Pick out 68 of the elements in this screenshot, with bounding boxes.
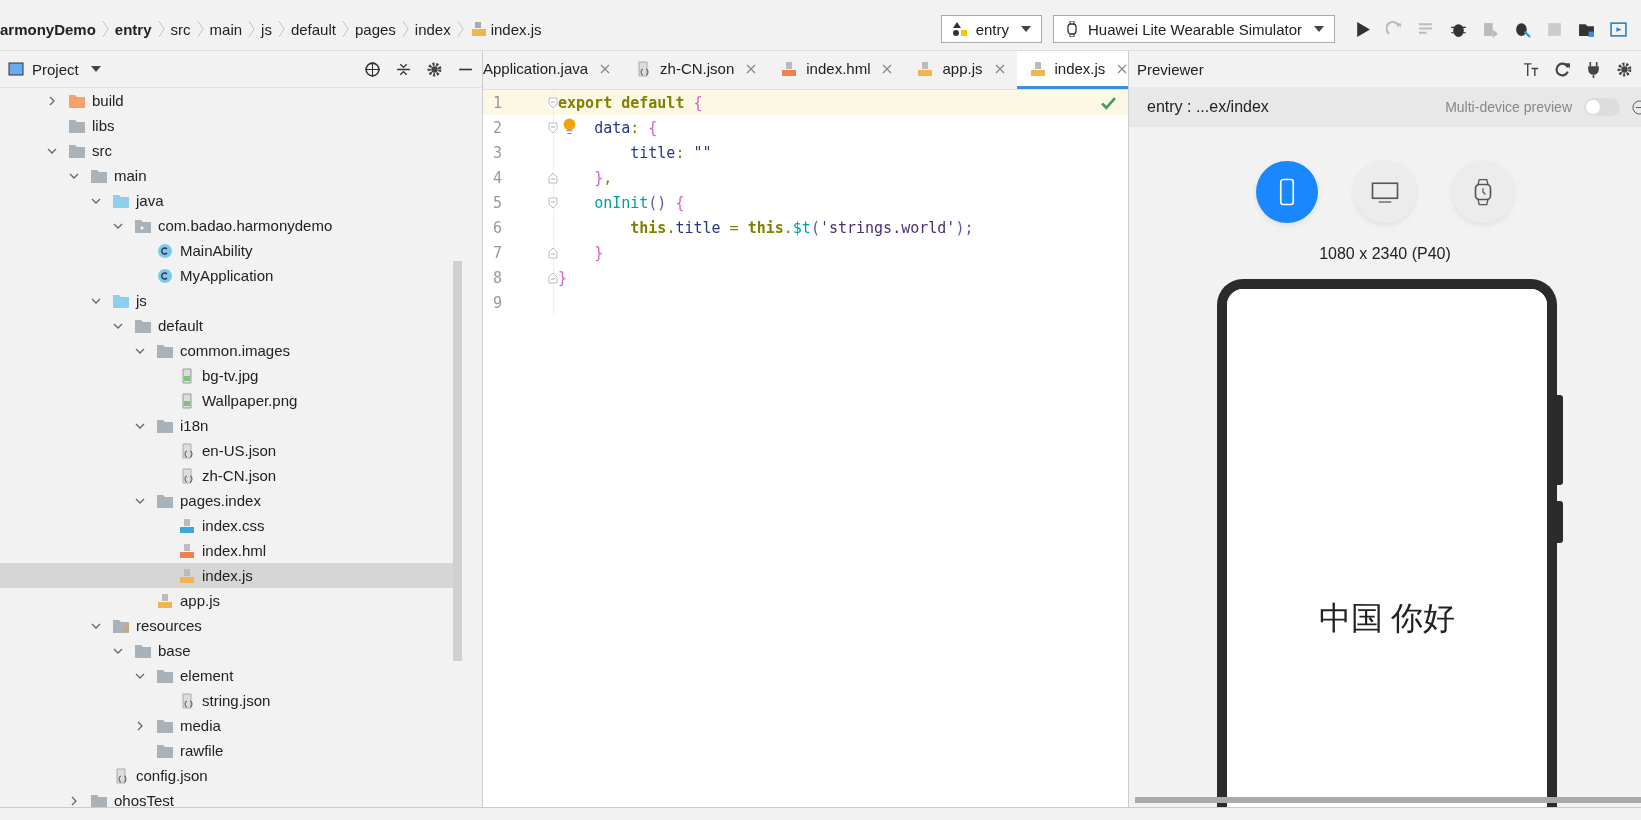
toggle-label: Multi-device preview xyxy=(1445,99,1572,115)
tree-item[interactable]: bg-tv.jpg xyxy=(202,367,259,384)
tree-item[interactable]: base xyxy=(158,642,191,659)
tree-item[interactable]: en-US.json xyxy=(202,442,277,459)
tree-item[interactable]: Wallpaper.png xyxy=(202,392,298,409)
editor-tab[interactable]: index.hml xyxy=(768,51,905,89)
line-number: 7 xyxy=(492,243,504,262)
tree-item[interactable]: main xyxy=(114,167,147,184)
editor-tab[interactable]: app.js xyxy=(904,51,1017,89)
tree-item[interactable]: MyApplication xyxy=(180,267,274,284)
code-line: title: "" xyxy=(630,143,712,162)
run-config-dropdown[interactable]: entry xyxy=(940,15,1042,43)
tree-item[interactable]: pages.index xyxy=(180,492,261,509)
panel-title: Previewer xyxy=(1137,60,1204,78)
tree-item[interactable]: com.badao.harmonydemo xyxy=(158,217,333,234)
breadcrumb[interactable]: armonyDemo xyxy=(0,20,102,38)
code-line: }, xyxy=(594,168,613,187)
code-line: export default { xyxy=(558,93,703,112)
tree-item[interactable]: ohosTest xyxy=(114,792,175,807)
tree-item[interactable]: zh-CN.json xyxy=(202,467,277,484)
tree-item[interactable]: build xyxy=(92,92,124,109)
resolution-label: 1080 x 2340 (P40) xyxy=(1319,245,1451,263)
tree-item[interactable]: libs xyxy=(92,117,115,134)
breadcrumb[interactable]: entry xyxy=(108,20,158,38)
tree-item[interactable]: default xyxy=(158,317,204,334)
breadcrumb[interactable]: main xyxy=(203,20,249,38)
breadcrumb[interactable]: index.js xyxy=(463,20,548,38)
line-number: 5 xyxy=(492,193,504,212)
device-dropdown[interactable]: Huawei Lite Wearable Simulator xyxy=(1053,15,1335,43)
code-line: } xyxy=(594,243,604,262)
breadcrumb[interactable]: pages xyxy=(348,20,402,38)
tree-item[interactable]: element xyxy=(180,667,234,684)
tree-item[interactable]: rawfile xyxy=(180,742,224,759)
tree-item[interactable]: src xyxy=(92,142,112,159)
code-line: data: { xyxy=(594,118,658,137)
code-line: this.title = this.$t('strings.world'); xyxy=(630,218,974,237)
breadcrumb[interactable]: default xyxy=(284,20,342,38)
code-line: onInit() { xyxy=(594,193,685,212)
breadcrumb[interactable]: index xyxy=(408,20,457,38)
line-number: 6 xyxy=(492,218,504,237)
tree-item[interactable]: index.css xyxy=(202,517,265,534)
tree-item[interactable]: js xyxy=(136,292,147,309)
screen-text: 中国 你好 xyxy=(1318,599,1456,638)
line-number: 8 xyxy=(492,268,504,287)
tree-item[interactable]: i18n xyxy=(180,417,209,434)
line-number: 3 xyxy=(492,143,504,162)
tree-item[interactable]: media xyxy=(180,717,221,734)
breadcrumb[interactable]: src xyxy=(164,20,197,38)
editor-tab[interactable]: index.js xyxy=(1016,51,1128,89)
tree-item[interactable]: java xyxy=(136,192,164,209)
editor-tab[interactable]: zh-CN.json xyxy=(622,51,769,89)
line-number: 1 xyxy=(492,93,504,112)
panel-title[interactable]: Project xyxy=(8,60,101,78)
tree-item[interactable]: app.js xyxy=(180,592,221,609)
page-path: entry : ...ex/index xyxy=(1147,98,1269,116)
code-line: } xyxy=(558,268,568,287)
breadcrumb[interactable]: js xyxy=(255,20,278,38)
tree-item[interactable]: MainAbility xyxy=(180,242,253,259)
tree-item[interactable]: config.json xyxy=(136,767,208,784)
editor-tab[interactable]: Application.java xyxy=(483,51,623,89)
tree-item[interactable]: string.json xyxy=(202,692,271,709)
tree-item[interactable]: index.hml xyxy=(202,542,267,559)
line-number: 2 xyxy=(492,118,504,137)
line-number: 4 xyxy=(492,168,504,187)
line-number: 9 xyxy=(492,293,504,312)
tree-item[interactable]: resources xyxy=(136,617,202,634)
tree-item[interactable]: index.js xyxy=(202,567,253,584)
tree-item[interactable]: common.images xyxy=(180,342,291,359)
